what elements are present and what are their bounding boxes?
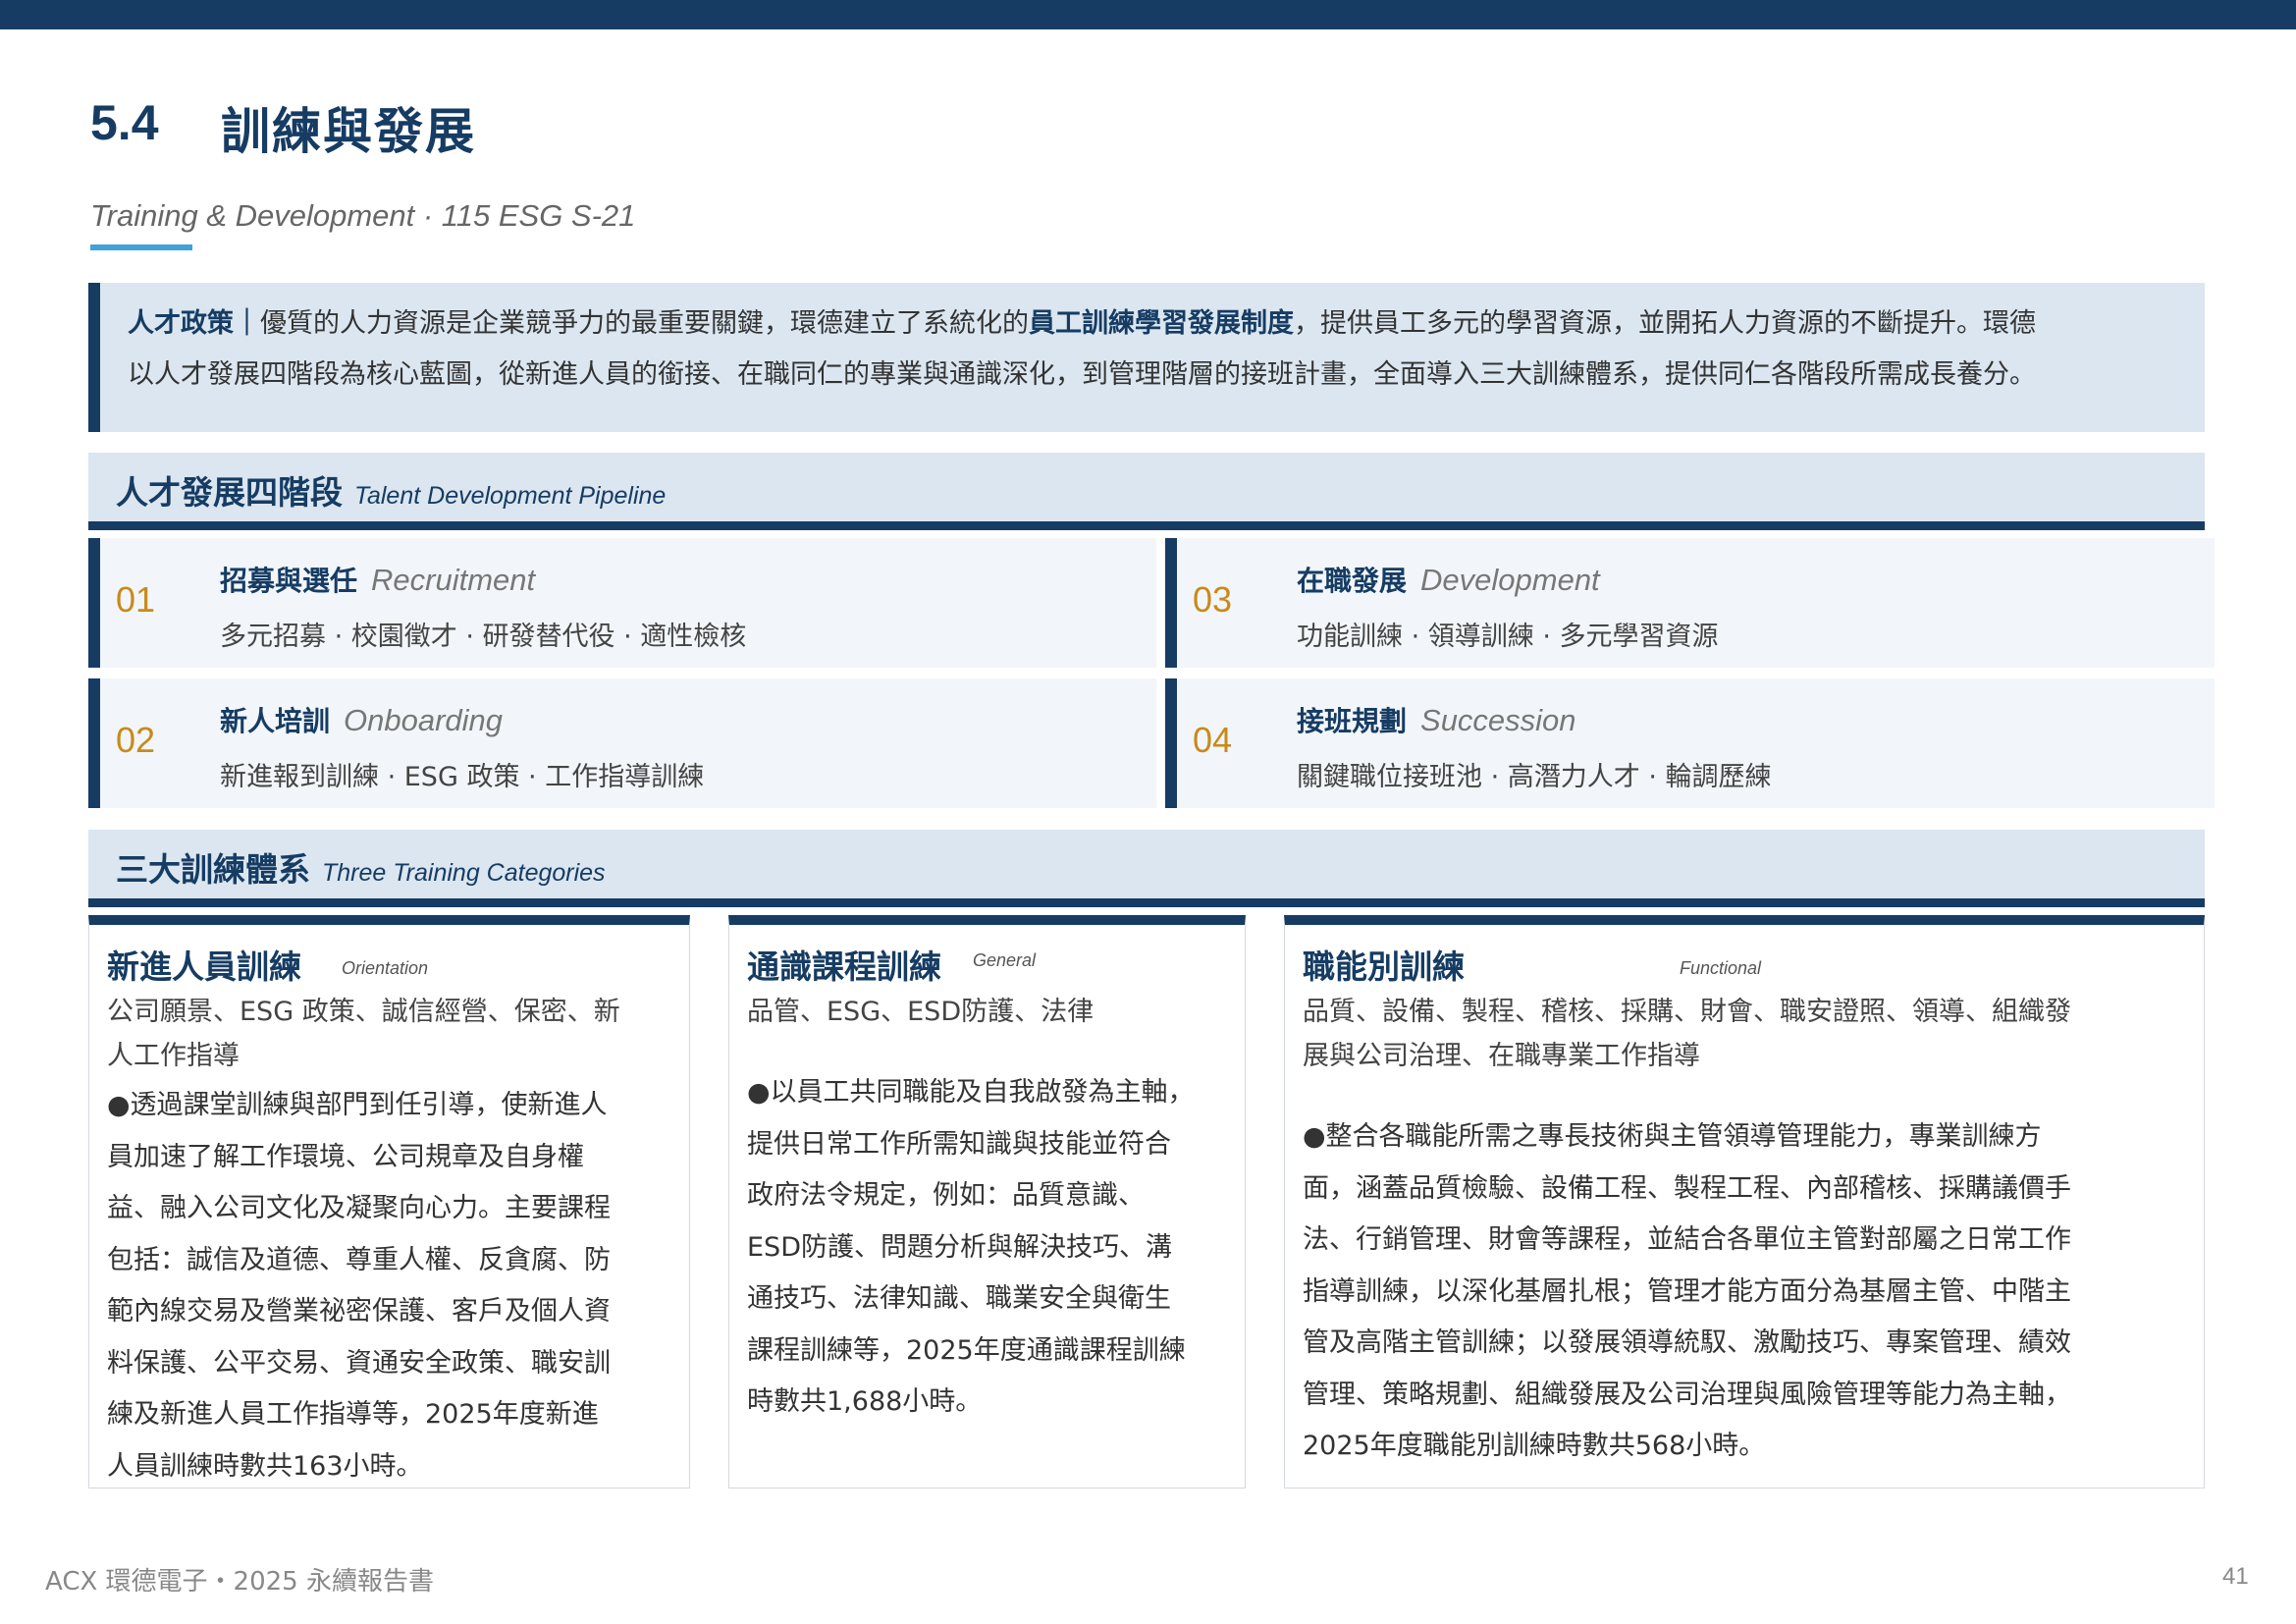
- page-number: 41: [2222, 1563, 2249, 1590]
- card-body-line: 管及高階主管訓練；以發展領導統馭、激勵技巧、專案管理、績效: [1303, 1327, 2071, 1358]
- stage-name-en: Succession: [1420, 703, 1576, 737]
- card-title-en: General: [973, 950, 1037, 970]
- card-body-line: ●整合各職能所需之專長技術與主管領導管理能力，專業訓練方: [1303, 1121, 2042, 1152]
- card-title: 職能別訓練: [1303, 947, 1465, 986]
- card-body-line: 人員訓練時數共163小時。: [107, 1450, 423, 1482]
- card-title: 新進人員訓練: [107, 947, 301, 986]
- stage-number: 04: [1193, 720, 1233, 760]
- card-topic-line: 展與公司治理、在職專業工作指導: [1303, 1041, 1700, 1071]
- card-title-en: Orientation: [342, 958, 429, 978]
- functional-training-card: 職能別訓練 Functional 品質、設備、製程、稽核、採購、財會、職安證照、…: [1284, 915, 2205, 1489]
- stage-desc: 關鍵職位接班池 · 高潛力人才 · 輪調歷練: [1297, 762, 1772, 792]
- intro-line-2: 以人才發展四階段為核心藍圖，從新進人員的銜接、在職同仁的專業與通識深化，到管理階…: [128, 359, 2036, 390]
- top-banner: [0, 0, 2296, 29]
- training-header: 三大訓練體系 Three Training Categories: [88, 830, 2205, 907]
- stage-name-zh: 在職發展: [1297, 565, 1408, 597]
- stage-desc: 功能訓練 · 領導訓練 · 多元學習資源: [1297, 622, 1719, 652]
- intro-line-1: 人才政策｜優質的人力資源是企業競爭力的最重要關鍵，環德建立了系統化的員工訓練學習…: [128, 298, 2181, 350]
- stage-card: 01 招募與選任 Recruitment 多元招募 · 校園徵才 · 研發替代役 …: [88, 538, 1156, 668]
- section-title: 訓練與發展: [221, 103, 476, 160]
- card-topic-line: 人工作指導: [107, 1041, 240, 1071]
- stage-number: 02: [116, 720, 156, 760]
- card-topic-line: 品管、ESG、ESD防護、法律: [747, 997, 1095, 1027]
- stage-card: 04 接班規劃 Succession 關鍵職位接班池 · 高潛力人才 · 輪調歷練: [1165, 678, 2215, 808]
- stage-name: 接班規劃 Succession: [1297, 700, 1576, 739]
- stage-number: 03: [1193, 579, 1233, 620]
- training-title-en: Three Training Categories: [322, 859, 606, 887]
- card-body-line: 面，涵蓋品質檢驗、設備工程、製程工程、內部稽核、採購議價手: [1303, 1172, 2071, 1204]
- card-body-line: 通技巧、法律知識、職業安全與衛生: [747, 1283, 1171, 1314]
- stage-card: 03 在職發展 Development 功能訓練 · 領導訓練 · 多元學習資源: [1165, 538, 2215, 668]
- stage-name: 新人培訓 Onboarding: [220, 700, 503, 739]
- subtitle-accent-line: [90, 244, 192, 250]
- card-body-line: 提供日常工作所需知識與技能並符合: [747, 1128, 1171, 1160]
- pipeline-title-zh: 人才發展四階段: [116, 473, 343, 512]
- intro-text-2: ，提供員工多元的學習資源，並開拓人力資源的不斷提升。環德: [1294, 308, 2036, 339]
- card-body-line: ●透過課堂訓練與部門到任引導，使新進人: [107, 1090, 608, 1120]
- training-title-zh: 三大訓練體系: [116, 850, 310, 889]
- card-body-line: 法、行銷管理、財會等課程，並結合各單位主管對部屬之日常工作: [1303, 1224, 2071, 1255]
- card-topic-line: 品質、設備、製程、稽核、採購、財會、職安證照、領導、組織發: [1303, 997, 2071, 1027]
- footer-report-title: ACX 環德電子・2025 永續報告書: [45, 1567, 434, 1597]
- stage-name-en: Recruitment: [371, 563, 536, 597]
- section-number: 5.4: [90, 95, 159, 150]
- stage-card: 02 新人培訓 Onboarding 新進報到訓練 · ESG 政策 · 工作指導…: [88, 678, 1156, 808]
- stage-name-zh: 接班規劃: [1297, 705, 1408, 737]
- card-body: ●整合各職能所需之專長技術與主管領導管理能力，專業訓練方 面，涵蓋品質檢驗、設備…: [1303, 1111, 2071, 1473]
- card-title: 通識課程訓練: [747, 947, 941, 986]
- card-body-line: 員加速了解工作環境、公司規章及自身權: [107, 1141, 584, 1172]
- card-body-line: 管理、策略規劃、組織發展及公司治理與風險管理等能力為主軸，: [1303, 1379, 2071, 1410]
- card-body-line: ●以員工共同職能及自我啟發為主軸，: [747, 1077, 1195, 1108]
- orientation-training-card: 新進人員訓練 Orientation 公司願景、ESG 政策、誠信經營、保密、新…: [88, 915, 690, 1489]
- stage-desc: 新進報到訓練 · ESG 政策 · 工作指導訓練: [220, 762, 705, 792]
- pipeline-title-en: Talent Development Pipeline: [354, 482, 667, 510]
- card-body-line: 時數共1,688小時。: [747, 1386, 983, 1417]
- card-body-line: 料保護、公平交易、資通安全政策、職安訓: [107, 1347, 611, 1379]
- card-body-line: 練及新進人員工作指導等，2025年度新進: [107, 1399, 599, 1430]
- stage-name-en: Onboarding: [344, 703, 504, 737]
- card-body: ●透過課堂訓練與部門到任引導，使新進人 員加速了解工作環境、公司規章及自身權 益…: [107, 1080, 611, 1492]
- intro-text-1: 優質的人力資源是企業競爭力的最重要關鍵，環德建立了系統化的: [260, 308, 1029, 339]
- card-body-line: 課程訓練等，2025年度通識課程訓練: [747, 1334, 1186, 1366]
- card-body-line: 指導訓練，以深化基層扎根；管理才能方面分為基層主管、中階主: [1303, 1275, 2071, 1307]
- stage-name: 在職發展 Development: [1297, 560, 1600, 599]
- stage-name-zh: 招募與選任: [220, 565, 358, 597]
- card-body-line: 範內線交易及營業祕密保護、客戶及個人資: [107, 1296, 611, 1326]
- intro-bold-1: 員工訓練學習發展制度: [1029, 308, 1294, 339]
- card-topic-line: 公司願景、ESG 政策、誠信經營、保密、新: [107, 997, 620, 1027]
- card-body-line: 2025年度職能別訓練時數共568小時。: [1303, 1431, 1766, 1461]
- pipeline-header: 人才發展四階段 Talent Development Pipeline: [88, 453, 2205, 530]
- card-body-line: 政府法令規定，例如：品質意識、: [747, 1180, 1145, 1211]
- section-subtitle: Training & Development · 115 ESG S-21: [90, 198, 636, 233]
- stage-name-en: Development: [1420, 563, 1600, 597]
- stage-number: 01: [116, 579, 156, 620]
- stage-name-zh: 新人培訓: [220, 705, 331, 737]
- stage-desc: 多元招募 · 校園徵才 · 研發替代役 · 適性檢核: [220, 622, 747, 652]
- intro-label: 人才政策｜: [128, 308, 260, 339]
- general-training-card: 通識課程訓練 General 品管、ESG、ESD防護、法律 ●以員工共同職能及…: [728, 915, 1246, 1489]
- card-body: ●以員工共同職能及自我啟發為主軸， 提供日常工作所需知識與技能並符合 政府法令規…: [747, 1067, 1195, 1429]
- card-title-en: Functional: [1680, 958, 1762, 978]
- card-body-line: 包括：誠信及道德、尊重人權、反貪腐、防: [107, 1244, 611, 1275]
- card-body-line: ESD防護、問題分析與解決技巧、溝: [747, 1231, 1172, 1263]
- training-title: 三大訓練體系 Three Training Categories: [116, 843, 606, 891]
- stage-name: 招募與選任 Recruitment: [220, 560, 535, 599]
- card-body-line: 益、融入公司文化及凝聚向心力。主要課程: [107, 1193, 611, 1223]
- talent-policy-box: 人才政策｜優質的人力資源是企業競爭力的最重要關鍵，環德建立了系統化的員工訓練學習…: [88, 283, 2205, 432]
- card-topics: 品管、ESG、ESD防護、法律: [747, 990, 1094, 1034]
- pipeline-title: 人才發展四階段 Talent Development Pipeline: [116, 466, 666, 514]
- card-topics: 公司願景、ESG 政策、誠信經營、保密、新 人工作指導: [107, 990, 620, 1078]
- card-topics: 品質、設備、製程、稽核、採購、財會、職安證照、領導、組織發 展與公司治理、在職專…: [1303, 990, 2071, 1078]
